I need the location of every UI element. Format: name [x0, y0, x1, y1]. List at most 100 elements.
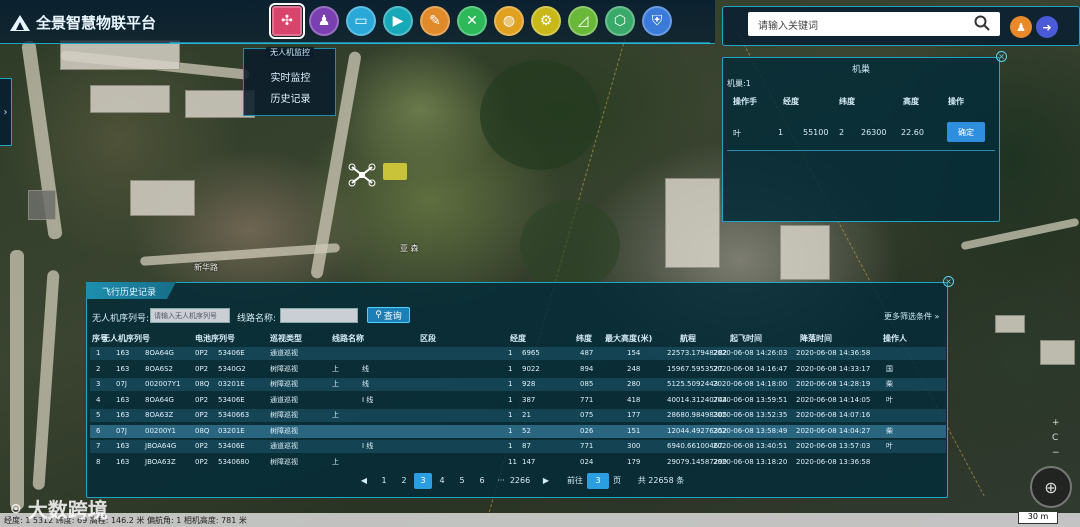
- cell-lng-b: 6965: [522, 349, 540, 357]
- cell-battery-serial-b: 5340663: [218, 411, 250, 419]
- page-4[interactable]: 4: [435, 473, 449, 489]
- cube-icon[interactable]: ⬡: [605, 6, 635, 36]
- cell-landing: 2020-06-08 14:28:19: [796, 380, 871, 388]
- next-page-icon[interactable]: ▶: [539, 473, 553, 489]
- cell-max-height: 248: [627, 364, 641, 373]
- page-1[interactable]: 1: [377, 473, 391, 489]
- page-2[interactable]: 2: [397, 473, 411, 489]
- goto-page-input[interactable]: 3: [587, 473, 609, 489]
- table-row[interactable]: 5 163 8OA63Z 0P2 5340663 树障巡视上 1 21 075 177 28680.…: [90, 409, 946, 422]
- cell-lat: 024: [580, 457, 594, 466]
- zoom-out-icon[interactable]: −: [1052, 448, 1060, 458]
- building: [60, 40, 180, 70]
- tools-icon[interactable]: ✕: [457, 6, 487, 36]
- cell-lng-a: 11: [508, 457, 517, 466]
- search-icon[interactable]: [974, 15, 990, 31]
- building: [665, 178, 720, 268]
- cell-lng-b: 52: [522, 426, 531, 435]
- building: [130, 180, 195, 216]
- globe-icon[interactable]: ◍: [494, 6, 524, 36]
- cell-battery-serial-b: 5340680: [218, 457, 250, 466]
- cell-battery-serial-b: 5340G2: [218, 364, 246, 373]
- line-input[interactable]: [280, 308, 358, 323]
- drone-monitor-icon[interactable]: ✣: [269, 3, 305, 39]
- more-filters-link[interactable]: 更多筛选条件 »: [884, 311, 939, 322]
- cell-index: 1: [96, 349, 101, 357]
- table-row[interactable]: 4 163 8OA64G 0P2 53406E 通道巡视 I 线 1 387 771 418 4001…: [90, 394, 946, 407]
- table-row[interactable]: 2 163 8OA6S2 0P2 5340G2 树障巡视上线 1 9022 894 248 1596…: [90, 363, 946, 376]
- gear-icon[interactable]: ⚙: [531, 6, 561, 36]
- menu-item-realtime[interactable]: 实时监控: [244, 69, 337, 84]
- cell-max-height: 300: [627, 442, 641, 450]
- logout-icon[interactable]: ➜: [1036, 16, 1058, 38]
- cell-lng-b: 55100: [803, 128, 829, 137]
- cell-line-b: 线: [362, 380, 369, 388]
- compass-icon[interactable]: ⊕: [1030, 466, 1072, 508]
- cell-drone-serial-a: 163: [116, 364, 130, 373]
- page-3[interactable]: 3: [414, 473, 432, 489]
- cell-lat-b: 26300: [861, 128, 887, 137]
- nav-dropdown: 实时监控 历史记录: [243, 48, 336, 116]
- page-8[interactable]: 2266: [507, 473, 533, 489]
- video-icon[interactable]: ▶: [383, 6, 413, 36]
- prev-page-icon[interactable]: ◀: [357, 473, 371, 489]
- cell-drone-serial-a: 163: [116, 395, 130, 404]
- cell-landing: 2020-06-08 14:07:16: [796, 411, 871, 419]
- table-row[interactable]: 3 07J 002007Y1 08Q 03201E 树障巡视 上 线 1 928 085 280 512…: [90, 378, 946, 391]
- col-line: 线路名称: [332, 334, 364, 343]
- window-icon[interactable]: ▭: [346, 6, 376, 36]
- map-label: 亚 森: [400, 244, 419, 253]
- header-operator: 操作手: [733, 97, 757, 106]
- cell-index: 3: [96, 380, 101, 388]
- tab-flight-history[interactable]: 飞行历史记录: [86, 282, 176, 299]
- cell-drone-serial-b: 00200Y1: [145, 426, 176, 435]
- cell-lng-a: 1: [778, 128, 784, 137]
- cell-landing: 2020-06-08 14:14:05: [796, 395, 871, 404]
- query-button[interactable]: ⚲ 查询: [367, 307, 410, 323]
- chart-icon[interactable]: ◿: [568, 6, 598, 36]
- col-lng: 经度: [510, 334, 526, 343]
- cell-operator: 柴: [886, 426, 893, 435]
- serial-input[interactable]: 请输入无人机序列号: [150, 308, 230, 323]
- cell-max-height: 179: [627, 457, 641, 466]
- sidebar-toggle[interactable]: ›: [0, 78, 12, 146]
- drone-icon[interactable]: [348, 163, 376, 187]
- map-icon[interactable]: ✎: [420, 6, 450, 36]
- cell-line-a: 上: [332, 364, 339, 373]
- search-input[interactable]: 请输入关键词: [748, 12, 1000, 36]
- rotate-icon[interactable]: C: [1052, 433, 1058, 443]
- road: [32, 269, 60, 491]
- panel-divider: [727, 150, 995, 151]
- zoom-in-icon[interactable]: +: [1052, 418, 1060, 428]
- cell-landing: 2020-06-08 14:04:27: [796, 426, 871, 435]
- page-6[interactable]: 6: [475, 473, 489, 489]
- building: [28, 190, 56, 220]
- shield-icon[interactable]: ⛨: [642, 6, 672, 36]
- cell-battery-serial-a: 0P2: [195, 457, 209, 466]
- table-row[interactable]: 7 163 JBOA64G 0P2 53406E 通道巡视 I 线 1 87 771 300 6940…: [90, 440, 946, 453]
- cell-drone-serial-a: 07J: [116, 380, 127, 388]
- menu-item-history[interactable]: 历史记录: [244, 90, 337, 105]
- cell-lat: 894: [580, 364, 594, 373]
- map-vegetation: [480, 60, 600, 170]
- page-7[interactable]: ···: [495, 473, 507, 489]
- drone-marker[interactable]: [383, 163, 407, 180]
- col-drone-serial: 无人机序列号: [102, 334, 150, 343]
- cell-lat: 487: [580, 349, 594, 357]
- col-type: 巡视类型: [270, 334, 302, 343]
- building: [90, 85, 170, 113]
- dropdown-title: 无人机监控: [266, 47, 314, 58]
- close-icon[interactable]: ×: [943, 276, 954, 287]
- cell-type: 树障巡视: [270, 457, 298, 466]
- table-row[interactable]: 6 07J 00200Y1 08Q 03201E 树障巡视 1 52 026 151 12044.4…: [90, 424, 946, 438]
- close-icon[interactable]: ×: [996, 51, 1007, 62]
- cell-battery-serial-b: 53406E: [218, 395, 245, 404]
- table-row[interactable]: 1 163 8OA64G 0P2 53406E 通道巡视 1 6965 487 154 22573.…: [90, 347, 946, 360]
- user-icon[interactable]: ♟: [1010, 16, 1032, 38]
- person-icon[interactable]: ♟: [309, 6, 339, 36]
- cell-battery-serial-b: 53406E: [218, 442, 245, 450]
- cell-battery-serial-a: 0P2: [195, 395, 209, 404]
- table-row[interactable]: 8 163 JBOA63Z 0P2 5340680 树障巡视上 11 147 024 179 290…: [90, 456, 946, 469]
- page-5[interactable]: 5: [455, 473, 469, 489]
- confirm-button[interactable]: 确定: [947, 122, 985, 142]
